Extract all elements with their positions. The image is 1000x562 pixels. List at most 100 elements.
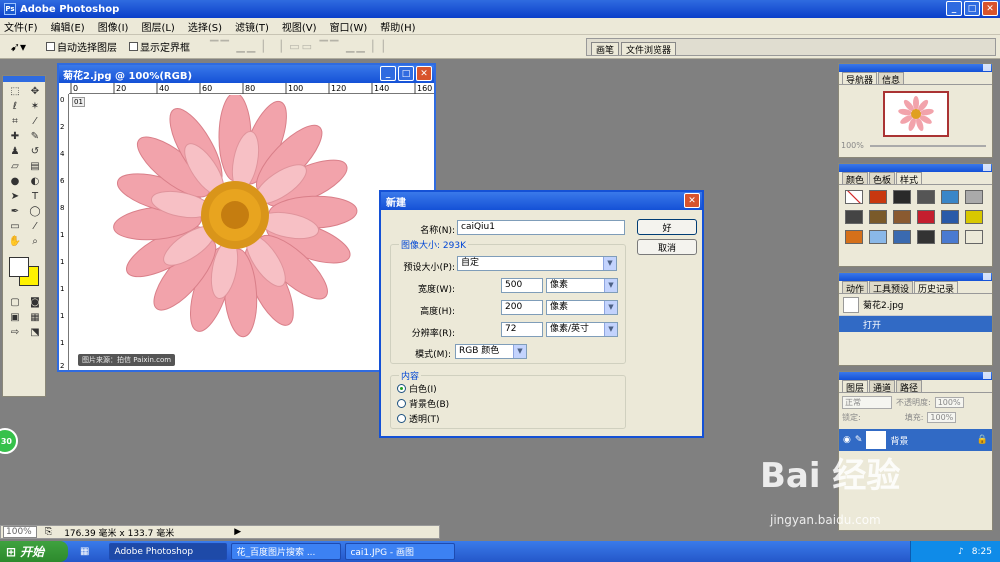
fullscreen-mode-icon[interactable]: ▦	[25, 310, 45, 325]
style-swatch[interactable]	[893, 190, 911, 204]
doc-minimize-button[interactable]: _	[380, 66, 396, 81]
radio-background-color[interactable]: 背景色(B)	[397, 397, 449, 410]
style-swatch[interactable]	[965, 210, 983, 224]
move-tool-icon[interactable]: ➹▾	[10, 40, 34, 54]
task-photoshop[interactable]: Adobe Photoshop	[109, 543, 228, 560]
style-swatch[interactable]	[869, 210, 887, 224]
healing-brush-icon[interactable]: ✚	[5, 129, 25, 144]
menu-select[interactable]: 选择(S)	[188, 19, 222, 34]
menu-edit[interactable]: 编辑(E)	[51, 19, 85, 34]
dialog-title-bar[interactable]: 新建 ✕	[381, 192, 702, 210]
marquee-tool-icon[interactable]: ⬚	[5, 84, 25, 99]
menu-file[interactable]: 文件(F)	[4, 19, 38, 34]
resolution-input[interactable]: 72	[501, 322, 543, 337]
quickmask-mode-icon[interactable]: ◙	[25, 295, 45, 310]
tab-tool-presets[interactable]: 工具预设	[869, 281, 914, 295]
eraser-tool-icon[interactable]: ▱	[5, 159, 25, 174]
height-input[interactable]: 200	[501, 300, 543, 315]
tab-swatches[interactable]: 色板	[869, 172, 896, 186]
style-swatch[interactable]	[917, 210, 935, 224]
imageready-jump-icon[interactable]: ⬔	[25, 325, 45, 340]
doc-maximize-button[interactable]: □	[398, 66, 414, 81]
style-swatch[interactable]	[965, 190, 983, 204]
tab-navigator[interactable]: 导航器	[842, 72, 878, 86]
eye-icon[interactable]: ◉	[843, 435, 851, 445]
chevron-down-icon[interactable]: ▼	[604, 279, 617, 292]
type-tool-icon[interactable]: T	[25, 189, 45, 204]
pen-tool-icon[interactable]: ✒	[5, 204, 25, 219]
brush-tool-icon[interactable]: ✎	[25, 129, 45, 144]
chevron-down-icon[interactable]: ▼	[603, 257, 616, 270]
imageready-icon[interactable]: ⇨	[5, 325, 25, 340]
navigator-zoom[interactable]: 100%	[841, 141, 864, 150]
floating-badge[interactable]: 30	[0, 428, 18, 454]
screen-mode-icon[interactable]: ▣	[5, 310, 25, 325]
maximize-button[interactable]: □	[964, 1, 980, 16]
menu-view[interactable]: 视图(V)	[282, 19, 317, 34]
style-swatch[interactable]	[965, 230, 983, 244]
foreground-color-swatch[interactable]	[9, 257, 29, 277]
zoom-slider[interactable]	[869, 144, 986, 147]
blend-mode-select[interactable]: 正常	[842, 396, 892, 409]
magic-wand-icon[interactable]: ✶	[25, 99, 45, 114]
chevron-down-icon[interactable]: ▼	[604, 301, 617, 314]
shape-tool-icon[interactable]: ◯	[25, 204, 45, 219]
tab-actions[interactable]: 动作	[842, 281, 869, 295]
menu-filter[interactable]: 滤镜(T)	[235, 19, 269, 34]
notes-tool-icon[interactable]: ▭	[5, 219, 25, 234]
panel-header[interactable]	[839, 372, 992, 380]
tab-paths[interactable]: 路径	[896, 380, 923, 394]
opacity-input[interactable]: 100%	[934, 397, 964, 408]
style-swatch[interactable]	[845, 190, 863, 204]
style-swatch[interactable]	[917, 190, 935, 204]
style-swatch[interactable]	[869, 190, 887, 204]
radio-dot[interactable]	[397, 384, 406, 393]
chevron-down-icon[interactable]: ▼	[604, 323, 617, 336]
navigator-thumbnail[interactable]	[882, 91, 949, 137]
history-brush-icon[interactable]: ↺	[25, 144, 45, 159]
style-swatch[interactable]	[893, 230, 911, 244]
style-swatch[interactable]	[893, 210, 911, 224]
move-tool-icon[interactable]: ✥	[25, 84, 45, 99]
chevron-down-icon[interactable]: ▼	[513, 345, 526, 358]
panel-header[interactable]	[839, 164, 992, 172]
zoom-level-field[interactable]: 100%	[3, 526, 37, 538]
width-unit-select[interactable]: 像素 ▼	[546, 278, 618, 293]
tab-color[interactable]: 颜色	[842, 172, 869, 186]
cancel-button[interactable]: 取消	[637, 239, 697, 255]
fill-input[interactable]: 100%	[927, 412, 957, 423]
tab-layers[interactable]: 图层	[842, 380, 869, 394]
hand-tool-icon[interactable]: ✋	[5, 234, 25, 249]
quicklaunch-icon[interactable]: ▦	[80, 546, 89, 557]
document-title-bar[interactable]: 菊花2.jpg @ 100%(RGB) _ □ ✕	[59, 65, 434, 83]
preset-select[interactable]: 自定 ▼	[457, 256, 617, 271]
mode-select[interactable]: RGB 颜色 ▼	[455, 344, 527, 359]
eyedropper-icon[interactable]: ⁄	[25, 219, 45, 234]
resolution-unit-select[interactable]: 像素/英寸 ▼	[546, 322, 618, 337]
zoom-tool-icon[interactable]: ⌕	[25, 234, 45, 249]
tab-info[interactable]: 信息	[878, 72, 905, 86]
menu-image[interactable]: 图像(I)	[98, 19, 129, 34]
path-select-icon[interactable]: ➤	[5, 189, 25, 204]
well-tab-brushes[interactable]: 画笔	[591, 42, 620, 56]
menu-layer[interactable]: 图层(L)	[141, 19, 174, 34]
radio-white[interactable]: 白色(I)	[397, 382, 437, 395]
tab-styles[interactable]: 样式	[896, 172, 923, 186]
style-swatch[interactable]	[941, 210, 959, 224]
task-browser[interactable]: 花_百度图片搜索 ...	[231, 543, 342, 560]
doc-info-icon[interactable]: ⎘	[45, 527, 52, 537]
standard-mode-icon[interactable]: ▢	[5, 295, 25, 310]
ok-button[interactable]: 好	[637, 219, 697, 235]
clone-stamp-icon[interactable]: ♟	[5, 144, 25, 159]
tab-history[interactable]: 历史记录	[914, 281, 959, 295]
style-swatch[interactable]	[869, 230, 887, 244]
volume-icon[interactable]: ♪	[958, 547, 964, 557]
auto-select-checkbox[interactable]: 自动选择图层	[46, 39, 117, 54]
style-swatch[interactable]	[917, 230, 935, 244]
style-swatch[interactable]	[941, 190, 959, 204]
well-tab-file-browser[interactable]: 文件浏览器	[621, 42, 677, 56]
close-button[interactable]: ✕	[982, 1, 998, 16]
radio-transparent[interactable]: 透明(T)	[397, 412, 440, 425]
menu-help[interactable]: 帮助(H)	[380, 19, 415, 34]
crop-tool-icon[interactable]: ⌗	[5, 114, 25, 129]
